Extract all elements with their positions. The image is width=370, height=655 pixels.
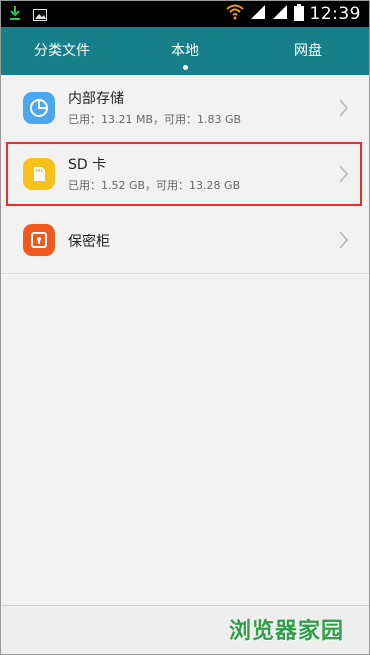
- tab-label: 分类文件: [34, 43, 90, 59]
- list-item-internal-storage[interactable]: 内部存储 已用：13.21 MB，可用：1.83 GB: [1, 75, 369, 141]
- item-title: 保密柜: [68, 234, 110, 250]
- highlight-box: [6, 142, 362, 206]
- signal-icon: [250, 4, 266, 24]
- battery-icon: [293, 3, 304, 25]
- signal-icon: [272, 4, 288, 24]
- pie-chart-icon: [23, 92, 55, 124]
- tab-cloud-disk[interactable]: 网盘: [247, 27, 369, 75]
- tab-bar: 分类文件 本地 网盘: [1, 27, 369, 75]
- wifi-icon: [225, 4, 244, 24]
- download-icon: [9, 5, 21, 25]
- app-screen: 12:39 分类文件 本地 网盘 内部存储 已用：13.21 MB，可用：1.8…: [0, 0, 370, 655]
- clock: 12:39: [309, 4, 361, 24]
- item-title: 内部存储: [68, 91, 124, 107]
- list-item-safe[interactable]: 保密柜: [1, 207, 369, 273]
- divider: [1, 273, 369, 274]
- tab-label: 网盘: [294, 43, 322, 59]
- watermark: 浏览器家园: [229, 619, 345, 644]
- item-usage: 已用：13.21 MB，可用：1.83 GB: [68, 113, 242, 126]
- tab-local[interactable]: 本地: [124, 27, 246, 75]
- chevron-right-icon: [339, 231, 349, 249]
- image-icon: [33, 6, 47, 25]
- chevron-right-icon: [339, 99, 349, 117]
- status-bar: 12:39: [1, 1, 369, 27]
- tab-label: 本地: [171, 43, 199, 59]
- safe-icon: [23, 224, 55, 256]
- tab-categories[interactable]: 分类文件: [1, 27, 123, 75]
- active-tab-indicator: [183, 65, 188, 70]
